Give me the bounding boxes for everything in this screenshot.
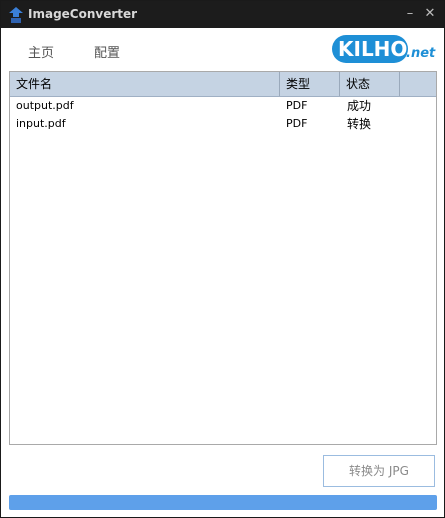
logo-text: KILHO: [338, 37, 408, 61]
logo-suffix: .net: [406, 46, 436, 61]
column-header-status[interactable]: 状态: [340, 72, 400, 96]
app-window: ImageConverter – ✕ 主页 配置 KILHO .net 文件名 …: [0, 0, 445, 518]
convert-to-jpg-button[interactable]: 转换为 JPG: [323, 455, 435, 487]
kilho-logo[interactable]: KILHO .net: [332, 34, 436, 64]
app-logo-icon: [9, 7, 23, 23]
row-status: 转换: [347, 117, 372, 131]
close-button[interactable]: ✕: [422, 5, 438, 23]
minimize-button[interactable]: –: [402, 5, 418, 23]
row-status: 成功: [347, 99, 372, 113]
app-title: ImageConverter: [28, 7, 138, 21]
file-list[interactable]: 文件名 类型 状态 output.pdf PDF 成功 input.pdf PD…: [9, 71, 437, 445]
list-header: 文件名 类型 状态: [10, 72, 436, 97]
list-row[interactable]: input.pdf PDF 转换: [10, 115, 436, 133]
tab-home[interactable]: 主页: [28, 42, 54, 61]
column-header-type[interactable]: 类型: [280, 72, 340, 96]
row-type: PDF: [286, 99, 308, 112]
column-header-filename[interactable]: 文件名: [10, 72, 280, 96]
row-type: PDF: [286, 117, 308, 130]
title-bar[interactable]: ImageConverter – ✕: [1, 1, 444, 28]
progress-bar: [9, 495, 437, 510]
row-filename: input.pdf: [16, 117, 66, 130]
progress-fill: [9, 495, 437, 510]
tab-config[interactable]: 配置: [94, 42, 120, 61]
list-row[interactable]: output.pdf PDF 成功: [10, 97, 436, 115]
row-filename: output.pdf: [16, 99, 74, 112]
